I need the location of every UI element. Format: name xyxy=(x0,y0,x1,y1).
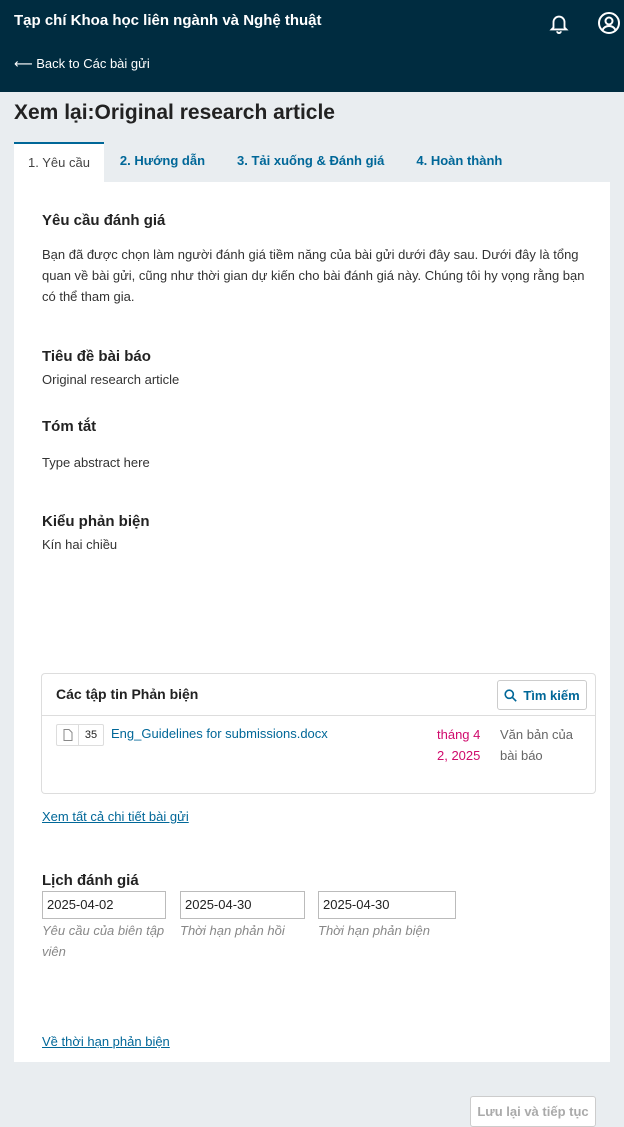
article-title-label: Tiêu đề bài báo xyxy=(42,348,151,365)
review-deadline-field[interactable]: 2025-04-30 xyxy=(318,891,456,919)
bell-icon[interactable] xyxy=(544,8,574,38)
review-type-label: Kiểu phản biện xyxy=(42,513,150,530)
file-date: tháng 4 2, 2025 xyxy=(437,727,481,763)
review-deadline-info-link[interactable]: Về thời hạn phản biện xyxy=(42,1034,170,1049)
tab-complete[interactable]: 4. Hoàn thành xyxy=(400,142,518,182)
file-name-link[interactable]: Eng_Guidelines for submissions.docx xyxy=(111,726,328,741)
review-files-header: Các tập tin Phản biện Tìm kiếm xyxy=(42,674,595,716)
main-panel: Xem lại:Original research article 1. Yêu… xyxy=(0,92,624,1127)
response-deadline-field[interactable]: 2025-04-30 xyxy=(180,891,305,919)
site-title[interactable]: Tạp chí Khoa học liên ngành và Nghệ thuậ… xyxy=(14,12,322,29)
request-heading: Yêu cầu đánh giá xyxy=(42,212,166,229)
abstract-value: Type abstract here xyxy=(42,455,150,470)
back-to-submissions-link[interactable]: ⟵ Back to Các bài gửi xyxy=(14,56,150,72)
save-and-continue-button[interactable]: Lưu lại và tiếp tục xyxy=(470,1096,596,1127)
article-title-value: Original research article xyxy=(42,372,180,387)
tab-bar: 1. Yêu cầu 2. Hướng dẫn 3. Tải xuống & Đ… xyxy=(14,142,518,182)
abstract-label: Tóm tắt xyxy=(42,418,97,435)
tab-download-review[interactable]: 3. Tải xuống & Đánh giá xyxy=(221,142,400,182)
file-id: 35 xyxy=(84,729,98,741)
header-icons xyxy=(544,8,624,38)
search-button[interactable]: Tìm kiếm xyxy=(497,680,587,710)
request-body: Bạn đã được chọn làm người đánh giá tiềm… xyxy=(42,247,585,304)
editor-request-date-field[interactable]: 2025-04-02 xyxy=(42,891,166,919)
view-all-details-link[interactable]: Xem tất cả chi tiết bài gửi xyxy=(42,809,189,824)
search-label: Tìm kiếm xyxy=(523,687,580,703)
page-title: Xem lại:Original research article xyxy=(14,101,335,124)
file-type: Văn bản của bài báo xyxy=(500,727,574,763)
review-type-value: Kín hai chiều xyxy=(42,537,118,552)
file-row: 35 Eng_Guidelines for submissions.docx t… xyxy=(42,716,595,792)
document-icon xyxy=(57,725,79,745)
tab-content: Yêu cầu đánh giá Bạn đã được chọn làm ng… xyxy=(14,182,610,1127)
top-header: Tạp chí Khoa học liên ngành và Nghệ thuậ… xyxy=(0,0,624,92)
tab-request[interactable]: 1. Yêu cầu xyxy=(14,142,104,182)
tab-guidelines[interactable]: 2. Hướng dẫn xyxy=(104,142,221,182)
review-deadline-hint: Thời hạn phản biện xyxy=(318,923,430,938)
review-files-title: Các tập tin Phản biện xyxy=(56,686,199,702)
review-files-panel: Các tập tin Phản biện Tìm kiếm 35 Eng_Gu… xyxy=(42,674,595,793)
file-id-badge: 35 xyxy=(56,724,104,746)
editor-request-hint: Yêu cầu của biên tập viên xyxy=(42,923,165,959)
user-icon[interactable] xyxy=(594,8,624,38)
schedule-heading: Lịch đánh giá xyxy=(42,872,139,889)
response-deadline-hint: Thời hạn phản hồi xyxy=(180,923,285,938)
search-icon xyxy=(504,688,518,702)
